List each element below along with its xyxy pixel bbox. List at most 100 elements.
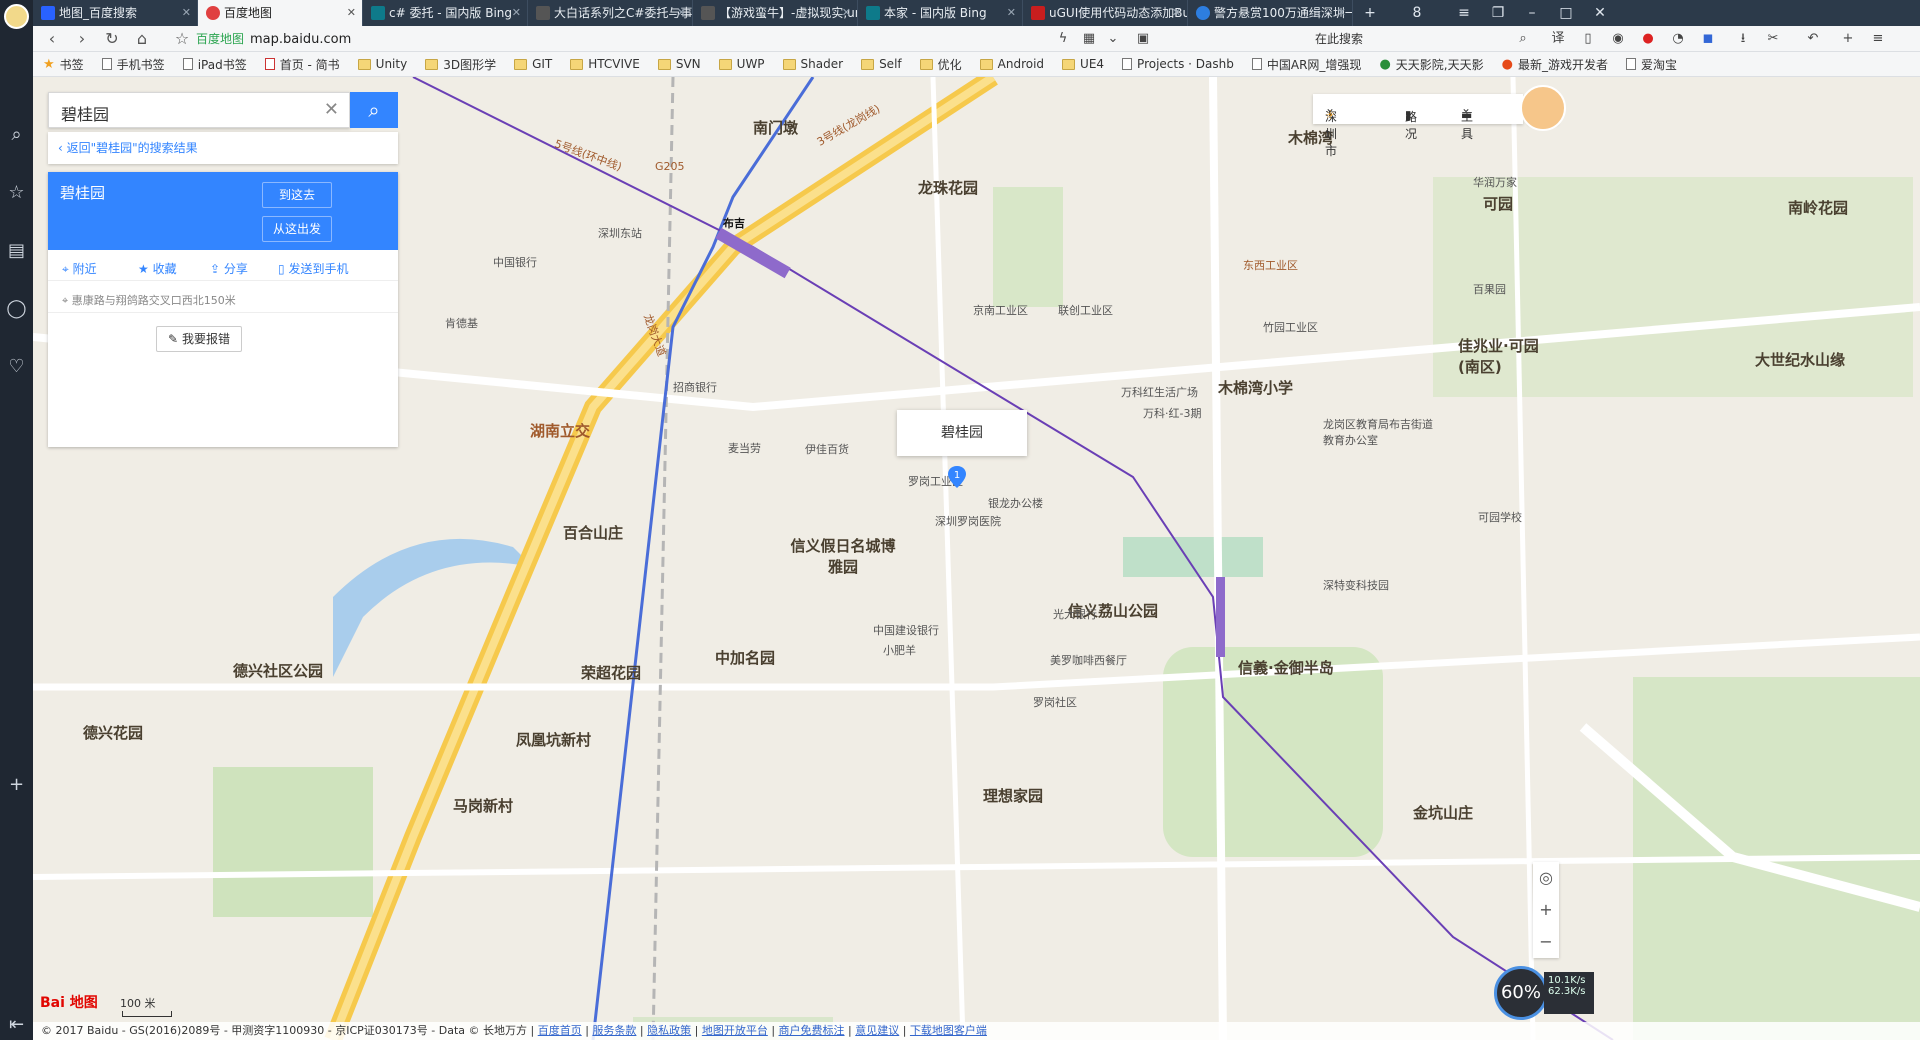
map-pin-icon[interactable]: 1 <box>948 466 966 488</box>
search-engine-icon[interactable]: ▣ <box>1133 29 1153 49</box>
poi-label[interactable]: 深圳东站 <box>598 225 642 241</box>
bookmark-folder[interactable]: UWP <box>718 57 765 71</box>
poi-label[interactable]: 肯德基 <box>445 315 478 331</box>
poi-label[interactable]: 中国建设银行 <box>873 622 939 638</box>
reload-icon[interactable]: ↻ <box>99 26 125 52</box>
tab-3[interactable]: 大白话系列之C#委托与事件 ✕ <box>528 0 693 26</box>
bookmark-item[interactable]: 首页 - 简书 <box>264 56 340 73</box>
poi-label[interactable]: 美罗咖啡西餐厅 <box>1050 652 1127 668</box>
qr-icon[interactable]: ▦ <box>1079 29 1099 49</box>
station-label[interactable]: 布吉 <box>723 215 745 231</box>
zoom-in-button[interactable]: + <box>1533 894 1559 926</box>
back-to-results-link[interactable]: ‹ 返回"碧桂园"的搜索结果 <box>48 132 398 164</box>
maximize-icon[interactable]: □ <box>1549 0 1583 26</box>
scissors-icon[interactable]: ✂ <box>1763 29 1783 49</box>
menu-icon[interactable]: ≡ <box>1447 0 1481 26</box>
bookmark-folder[interactable]: GIT <box>514 57 552 71</box>
bookmark-folder[interactable]: 优化 <box>919 56 962 73</box>
footer-link[interactable]: 意见建议 <box>855 1024 899 1037</box>
route-to-button[interactable]: 到这去 <box>262 182 332 208</box>
add-icon[interactable]: + <box>0 770 33 800</box>
poi-label[interactable]: 可园学校 <box>1478 509 1522 525</box>
network-speed-widget[interactable]: 60% 10.1K/s 62.3K/s <box>1494 966 1594 1020</box>
poi-label[interactable]: 麦当劳 <box>728 440 761 456</box>
poi-label[interactable]: 华润万家 <box>1473 174 1517 190</box>
city-selector[interactable]: ☀ 深圳市 ⌄ <box>1325 101 1337 158</box>
download-icon[interactable]: ⭳ <box>1733 29 1753 49</box>
bookmark-folder[interactable]: HTCVIVE <box>570 57 640 71</box>
plus-icon[interactable]: + <box>1838 29 1858 49</box>
tools-button[interactable]: ▬ 工具 ⌄ <box>1461 101 1473 141</box>
extension-icon[interactable]: ◔ <box>1668 29 1688 49</box>
route-from-button[interactable]: 从这出发 <box>262 216 332 242</box>
baidu-logo[interactable]: Bai 地图 <box>40 992 98 1012</box>
user-avatar[interactable] <box>4 4 29 29</box>
window-close-icon[interactable]: ✕ <box>1583 0 1617 26</box>
bookmark-item[interactable]: 爱淘宝 <box>1625 56 1677 73</box>
footer-link[interactable]: 服务条款 <box>592 1024 636 1037</box>
poi-label[interactable]: 京南工业区 <box>973 302 1028 318</box>
restore-icon[interactable]: ❐ <box>1481 0 1515 26</box>
phone-icon[interactable]: ▯ <box>1578 29 1598 49</box>
star-icon[interactable]: ☆ <box>0 178 33 208</box>
poi-label[interactable]: 小肥羊 <box>883 642 916 658</box>
close-icon[interactable]: ✕ <box>1337 0 1346 26</box>
send-to-phone-button[interactable]: ▯ 发送到手机 <box>278 260 348 277</box>
tab-4[interactable]: 【游戏蛮牛】-虚拟现实,unity✕ <box>693 0 858 26</box>
locate-icon[interactable]: ◎ <box>1533 862 1559 894</box>
bookmark-folder[interactable]: Self <box>861 57 902 71</box>
bookmark-item[interactable]: 中国AR网_增强现 <box>1251 56 1361 73</box>
chat-icon[interactable]: ◯ <box>0 294 33 324</box>
bookmark-item[interactable]: ● 天天影院,天天影 <box>1379 56 1483 73</box>
mascot-avatar[interactable] <box>1520 85 1566 131</box>
search-icon[interactable]: ⌕ <box>0 120 33 150</box>
undo-icon[interactable]: ↶ <box>1803 29 1823 49</box>
footer-link[interactable]: 下载地图客户端 <box>910 1024 987 1037</box>
report-error-button[interactable]: ✎ 我要报错 <box>156 326 242 352</box>
poi-label[interactable]: 罗岗社区 <box>1033 694 1077 710</box>
news-icon[interactable]: ▤ <box>0 236 33 266</box>
url-field[interactable]: 百度地图 map.baidu.com <box>196 29 1056 49</box>
back-icon[interactable]: ‹ <box>39 26 65 52</box>
poi-label[interactable]: 中国银行 <box>493 254 537 270</box>
bookmark-folder[interactable]: Shader <box>782 57 843 71</box>
search-icon[interactable]: ⌕ <box>1513 29 1533 49</box>
close-icon[interactable]: ✕ <box>842 0 851 26</box>
forward-icon[interactable]: › <box>69 26 95 52</box>
tab-0[interactable]: 地图_百度搜索 ✕ <box>33 0 198 26</box>
close-icon[interactable]: ✕ <box>1007 0 1016 26</box>
bookmark-folder[interactable]: 3D图形学 <box>425 56 496 73</box>
browser-search-input[interactable]: 在此搜索 <box>1315 29 1513 49</box>
menu-icon[interactable]: ≡ <box>1868 29 1888 49</box>
bookmark-folder[interactable]: Android <box>979 57 1044 71</box>
footer-link[interactable]: 地图开放平台 <box>702 1024 768 1037</box>
poi-label[interactable]: 竹园工业区 <box>1263 319 1318 335</box>
poi-label[interactable]: 百果园 <box>1473 281 1506 297</box>
poi-label[interactable]: 龙岗区教育局布吉街道教育办公室 <box>1323 416 1433 448</box>
translate-icon[interactable]: 译 <box>1548 29 1568 49</box>
close-icon[interactable]: ✕ <box>347 0 356 26</box>
nearby-button[interactable]: ⌖ 附近 <box>62 260 97 277</box>
google-translate-icon[interactable]: ◼ <box>1698 29 1718 49</box>
footer-link[interactable]: 隐私政策 <box>647 1024 691 1037</box>
poi-label[interactable]: 银龙办公楼 <box>988 495 1043 511</box>
close-icon[interactable]: ✕ <box>677 0 686 26</box>
minimize-icon[interactable]: – <box>1515 0 1549 26</box>
tab-1[interactable]: 百度地图 ✕ <box>198 0 363 26</box>
tab-7[interactable]: 警方悬赏100万通缉深圳一名✕ <box>1188 0 1353 26</box>
poi-label[interactable]: 联创工业区 <box>1058 302 1113 318</box>
clear-icon[interactable]: ✕ <box>324 99 339 120</box>
dropdown-icon[interactable]: ⌄ <box>1103 29 1123 49</box>
poi-label[interactable]: 伊佳百货 <box>805 441 849 457</box>
zoom-out-button[interactable]: − <box>1533 926 1559 958</box>
share-button[interactable]: ⇪ 分享 <box>210 260 248 277</box>
favorite-button[interactable]: ★ 收藏 <box>138 260 177 277</box>
search-button[interactable]: ⌕ <box>350 92 398 128</box>
poi-label[interactable]: 招商银行 <box>673 379 717 395</box>
tab-6[interactable]: uGUI使用代码动态添加Butt ✕ <box>1023 0 1188 26</box>
weibo-icon[interactable]: ◉ <box>1608 29 1628 49</box>
bookmark-item[interactable]: iPad书签 <box>182 56 247 73</box>
lightning-icon[interactable]: ϟ <box>1053 29 1073 49</box>
close-icon[interactable]: ✕ <box>1172 0 1181 26</box>
poi-label[interactable]: 万科·红-3期 <box>1143 405 1201 421</box>
